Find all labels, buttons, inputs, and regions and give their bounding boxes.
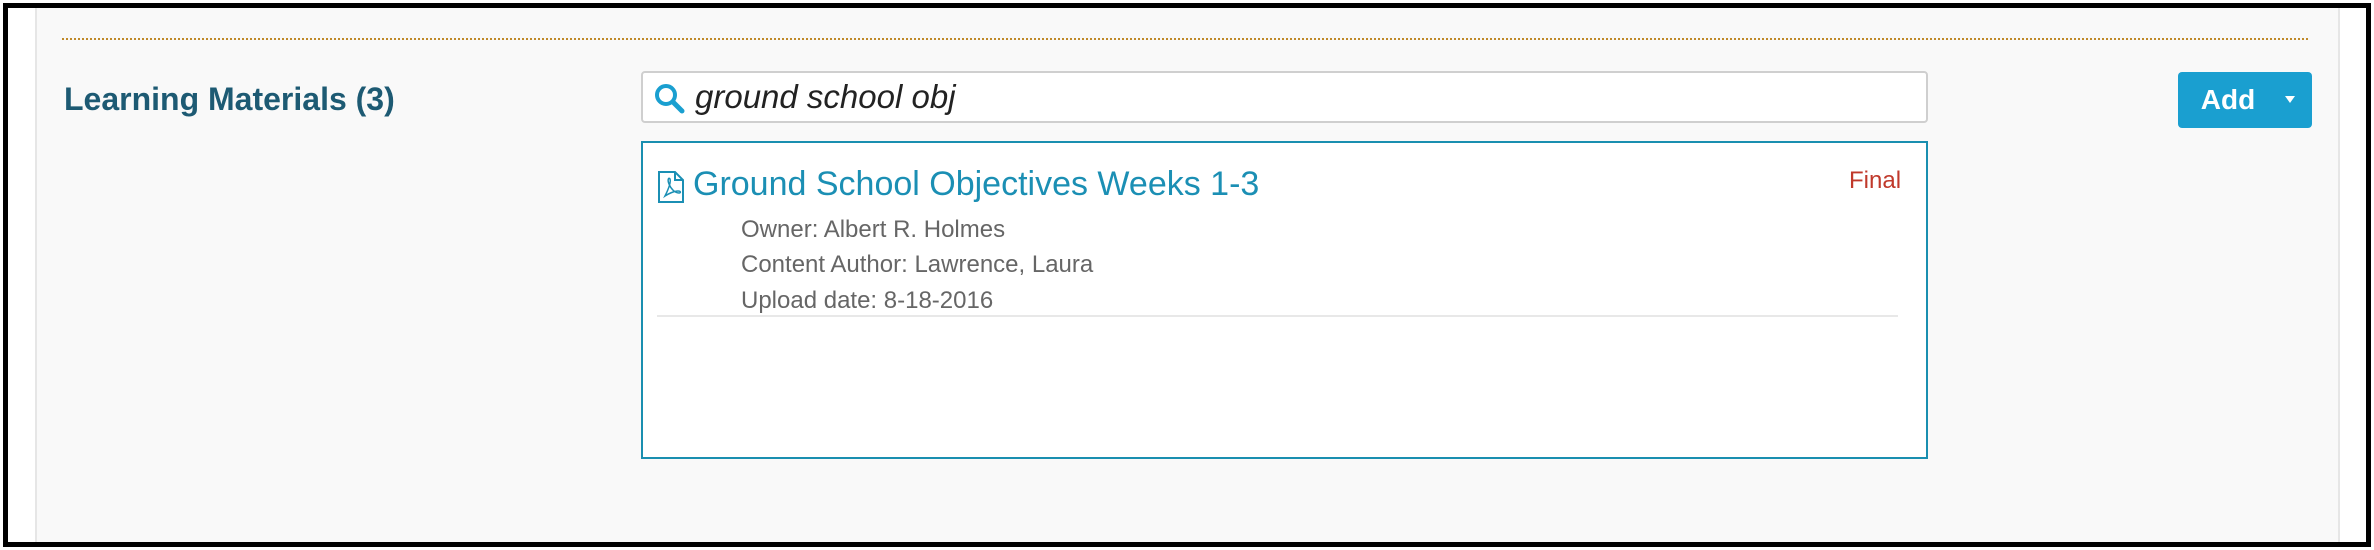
search-results-dropdown: Ground School Objectives Weeks 1-3 Final… [641,141,1928,459]
status-badge: Final [1849,167,1902,194]
search-input[interactable] [695,73,1915,121]
window-frame: Learning Materials (3) Add Ground School… [3,3,2371,547]
section-title: Learning Materials (3) [64,81,395,117]
caret-down-icon[interactable] [2285,96,2295,103]
result-content-author: Content Author: Lawrence, Laura [741,251,1094,278]
search-result-item[interactable]: Ground School Objectives Weeks 1-3 Final… [657,163,1902,317]
learning-materials-panel: Learning Materials (3) Add Ground School… [35,8,2340,542]
section-divider [62,38,2308,40]
add-button-label: Add [2200,84,2256,115]
result-owner: Owner: Albert R. Holmes [741,216,1006,243]
result-title-link[interactable]: Ground School Objectives Weeks 1-3 [693,165,1259,204]
search-field[interactable] [641,71,1928,123]
search-icon [655,84,685,114]
add-button[interactable]: Add [2178,72,2312,128]
result-upload-date: Upload date: 8-18-2016 [741,287,994,314]
pdf-file-icon [658,171,684,203]
